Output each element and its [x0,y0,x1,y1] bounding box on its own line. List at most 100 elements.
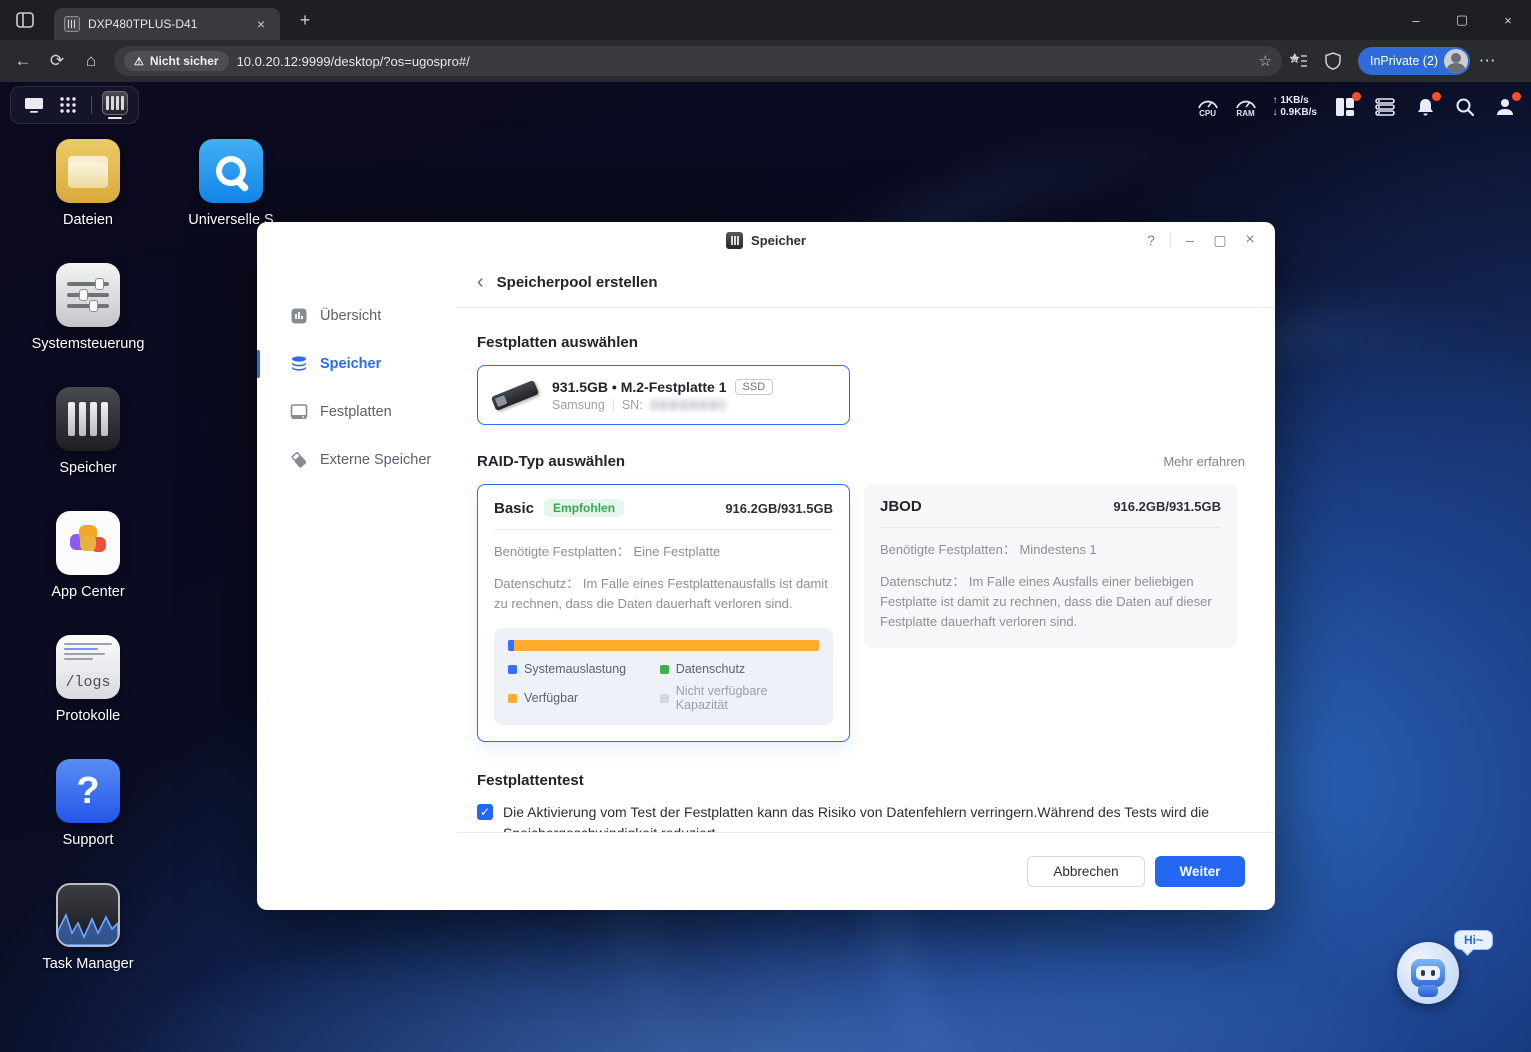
raid-name: Basic [494,499,535,517]
cancel-button[interactable]: Abbrechen [1027,856,1145,887]
system-tray: CPU RAM ↑ 1KB/s ↓ 0.9KB/s [1197,90,1521,124]
cpu-gauge-icon[interactable]: CPU [1197,96,1219,118]
screen: DXP480TPLUS-D41 × + – ▢ × ← ⟳ ⌂ ⚠ Nicht … [0,0,1531,1052]
legend-item-unavailable: Nicht verfügbare Kapazität [659,684,819,712]
sliders-icon [56,263,120,327]
dialog-help-button[interactable]: ? [1136,225,1166,255]
tab-title: DXP480TPLUS-D41 [88,17,198,31]
inprivate-badge[interactable]: InPrivate (2) [1358,47,1471,75]
user-account-icon[interactable] [1493,92,1521,119]
learn-more-link[interactable]: Mehr erfahren [1163,454,1245,469]
tab-favicon-icon [64,16,80,32]
assistant-bubble: Hi~ [1453,930,1493,950]
show-desktop-icon[interactable] [19,90,49,120]
legend-swatch [508,693,517,703]
dialog-controls-divider [1170,233,1171,247]
url-text[interactable]: 10.0.20.12:9999/desktop/?os=ugospro#/ [237,54,1251,69]
security-badge[interactable]: ⚠ Nicht sicher [124,51,229,71]
disk-test-description: Die Aktivierung vom Test der Festplatten… [503,804,1210,832]
storage-dialog: Speicher ? – ▢ × Übersicht Speicher Fest… [257,222,1275,910]
download-speed: ↓ 0.9KB/s [1272,107,1317,118]
desktop-icon-storage[interactable]: Speicher [28,387,148,476]
home-button[interactable]: ⌂ [74,45,108,77]
favorite-star-icon[interactable]: ☆ [1259,52,1272,70]
raid-option-basic[interactable]: Basic Empfohlen 916.2GB/931.5GB Benötigt… [477,484,850,742]
browser-shield-icon[interactable] [1316,45,1350,77]
browser-minimize-button[interactable]: – [1393,0,1439,40]
robot-icon [1411,959,1445,997]
legend-swatch [659,693,669,703]
browser-window-controls: – ▢ × [1393,0,1531,40]
desktop-icon-logs[interactable]: /logs Protokolle [28,635,148,724]
ram-gauge-icon[interactable]: RAM [1235,96,1257,118]
raid-capacity: 916.2GB/931.5GB [725,500,833,516]
reload-button[interactable]: ⟳ [40,45,74,77]
dialog-controls: ? – ▢ × [1136,222,1265,258]
dialog-minimize-button[interactable]: – [1175,225,1205,255]
notification-dot [1512,92,1521,101]
task-list-icon[interactable] [1373,95,1397,119]
upload-speed: ↑ 1KB/s [1272,95,1309,106]
network-speed[interactable]: ↑ 1KB/s ↓ 0.9KB/s [1273,95,1317,119]
back-button[interactable]: ← [6,45,40,77]
desktop-icon-app-center[interactable]: App Center [28,511,148,600]
legend-swatch [508,664,517,674]
new-tab-button[interactable]: + [292,7,318,33]
app-launcher-icon[interactable] [53,90,83,120]
search-icon[interactable] [1453,95,1477,119]
capacity-legend: Systemauslastung Datenschutz Verfügbar N… [508,662,819,712]
raid-capacity: 916.2GB/931.5GB [1113,499,1221,514]
desktop-icon-task-manager[interactable]: Task Manager [28,883,148,972]
legend-item-available: Verfügbar [508,684,660,712]
legend-swatch [659,664,669,674]
section-heading-raid: RAID-Typ auswählen [477,453,626,470]
browser-tab[interactable]: DXP480TPLUS-D41 × [54,8,280,40]
dialog-title-group: Speicher [726,231,806,249]
browser-maximize-button[interactable]: ▢ [1439,0,1485,40]
sidebar-item-overview[interactable]: Übersicht [257,292,457,340]
tab-close-icon[interactable]: × [252,15,270,33]
recommended-badge: Empfohlen [544,499,625,517]
desktop-icon-support[interactable]: ? Support [28,759,148,848]
desktop-taskbar [10,86,139,124]
dialog-close-button[interactable]: × [1235,225,1265,255]
sidebar-item-label: Festplatten [320,404,392,420]
sidebar-item-storage[interactable]: Speicher [257,340,457,388]
sidebar-item-disks[interactable]: Festplatten [257,388,457,436]
nas-bays-icon [56,387,120,451]
sidebar-item-external-storage[interactable]: Externe Speicher [257,436,457,484]
notifications-bell-icon[interactable] [1413,92,1441,119]
desktop-icon-files[interactable]: Dateien [28,139,148,228]
desktop-icon-universal-search[interactable]: Universelle S [171,139,291,228]
dialog-titlebar[interactable]: Speicher ? – ▢ × [257,222,1275,258]
browser-menu-icon[interactable]: ⋯ [1470,45,1504,77]
desktop-icon-control-panel[interactable]: Systemsteuerung [28,263,148,352]
taskbar-storage-app-icon[interactable] [100,90,130,120]
widgets-icon[interactable] [1333,92,1361,119]
dialog-main: ‹ Speicherpool erstellen Festplatten aus… [457,258,1275,910]
tab-actions-icon[interactable] [10,7,40,33]
disk-card[interactable]: 931.5GB • M.2-Festplatte 1 SSD Samsung S… [477,365,850,425]
performance-graph-icon [56,883,120,947]
disk-title: 931.5GB • M.2-Festplatte 1 [552,378,727,395]
collections-icon[interactable] [1282,45,1316,77]
disk-test-checkbox[interactable]: ✓ [477,804,493,820]
address-bar[interactable]: ⚠ Nicht sicher 10.0.20.12:9999/desktop/?… [114,46,1282,76]
back-icon[interactable]: ‹ [477,272,484,292]
legend-item-system: Systemauslastung [508,662,660,676]
question-mark-icon: ? [56,759,120,823]
sidebar-item-label: Speicher [320,356,382,372]
capacity-panel: Systemauslastung Datenschutz Verfügbar N… [494,628,833,725]
wizard-title: Speicherpool erstellen [496,274,658,291]
browser-close-button[interactable]: × [1485,0,1531,40]
browser-toolbar: ← ⟳ ⌂ ⚠ Nicht sicher 10.0.20.12:9999/des… [0,40,1531,82]
warning-icon: ⚠ [134,55,144,68]
dialog-maximize-button[interactable]: ▢ [1205,225,1235,255]
raid-option-jbod[interactable]: JBOD 916.2GB/931.5GB Benötigte Festplatt… [864,484,1237,648]
dialog-title: Speicher [751,232,806,248]
wizard-header: ‹ Speicherpool erstellen [457,258,1275,308]
assistant-mascot[interactable] [1397,942,1459,1004]
legend-item-protection: Datenschutz [659,662,819,676]
next-button[interactable]: Weiter [1155,856,1245,887]
inprivate-label: InPrivate (2) [1370,54,1439,68]
